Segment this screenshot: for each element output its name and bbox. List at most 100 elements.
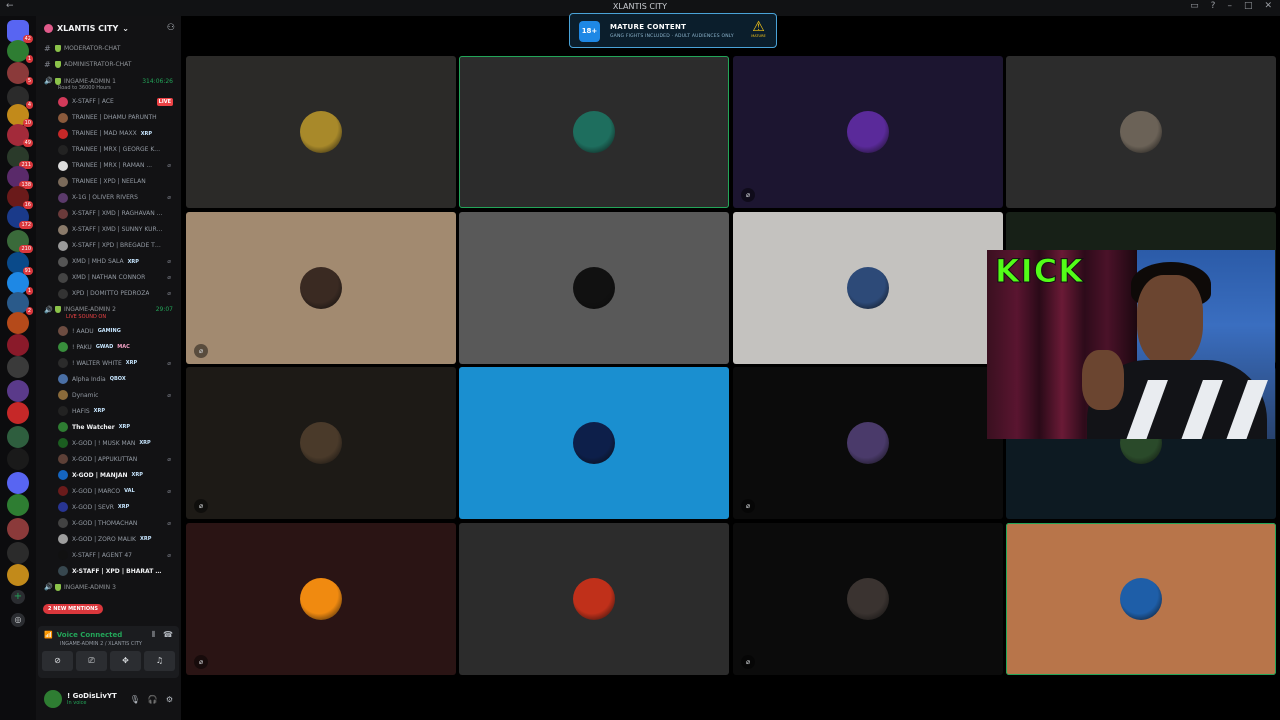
voice-member[interactable]: TRAINEE | XPD | NEELAN bbox=[36, 174, 181, 190]
server-icon[interactable] bbox=[7, 518, 29, 540]
participant-tile[interactable] bbox=[459, 523, 729, 675]
server-icon[interactable]: 1 bbox=[7, 40, 33, 63]
server-icon[interactable] bbox=[7, 334, 29, 356]
user-name[interactable]: ! GoDisLivYT bbox=[67, 692, 117, 700]
participant-tile[interactable]: ⌀ bbox=[186, 367, 456, 519]
voice-member[interactable]: X-GOD | ! MUSK MAN XRP bbox=[36, 435, 181, 451]
voice-connected-subtitle[interactable]: INGAME-ADMIN 2 / XLANTIS CITY bbox=[60, 641, 142, 647]
avatar[interactable] bbox=[44, 690, 62, 708]
server-icon[interactable] bbox=[7, 402, 29, 424]
voice-member[interactable]: Dynamic ⌀ bbox=[36, 387, 181, 403]
voice-member[interactable]: ! AADU GAMING bbox=[36, 323, 181, 339]
participant-tile[interactable] bbox=[733, 212, 1003, 364]
voice-member[interactable]: ! PAKU GWAD MAC bbox=[36, 339, 181, 355]
participant-tile[interactable]: ⌀ bbox=[733, 523, 1003, 675]
voice-member[interactable]: X-GOD | THOMACHAN ⌀ bbox=[36, 515, 181, 531]
voice-member[interactable]: Alpha India QBOX bbox=[36, 371, 181, 387]
voice-member[interactable]: X-GOD | APPUKUTTAN ⌀ bbox=[36, 451, 181, 467]
discover-icon[interactable]: ◎ bbox=[11, 613, 25, 627]
server-icon[interactable] bbox=[7, 426, 29, 448]
participant-tile[interactable]: ⌀ bbox=[186, 212, 456, 364]
voice-member[interactable]: X-GOD | MANJAN XRP bbox=[36, 467, 181, 483]
new-mentions-pill[interactable]: 2 NEW MENTIONS bbox=[43, 604, 103, 614]
add-server-icon[interactable]: + bbox=[11, 590, 25, 604]
member-name: TRAINEE | MRX | RAMAN ... bbox=[72, 162, 153, 169]
kick-logo: KICK bbox=[995, 252, 1084, 291]
screen-share-button[interactable]: ⎚ bbox=[76, 651, 107, 671]
server-icon[interactable]: 10 bbox=[7, 104, 33, 127]
server-icon[interactable] bbox=[7, 542, 29, 564]
voice-member[interactable]: XPD | DOMITTO PEDROZA ⌀ bbox=[36, 286, 181, 302]
voice-member[interactable]: X-STAFF | ACE LIVE bbox=[36, 94, 181, 110]
voice-member[interactable]: X-STAFF | AGENT 47 ⌀ bbox=[36, 547, 181, 563]
server-icon[interactable]: 138 bbox=[7, 166, 33, 189]
server-icon[interactable]: 5 bbox=[7, 62, 33, 85]
minimize-icon[interactable]: – bbox=[1227, 1, 1232, 11]
server-icon[interactable]: 2 bbox=[7, 292, 33, 315]
disconnect-icon[interactable]: ☎ bbox=[163, 630, 173, 640]
voice-member[interactable]: XMD | NATHAN CONNOR ⌀ bbox=[36, 270, 181, 286]
voice-member[interactable]: TRAINEE | MAD MAXX XRP bbox=[36, 126, 181, 142]
participant-tile[interactable]: ⌀ bbox=[733, 367, 1003, 519]
server-icon[interactable]: 1 bbox=[7, 272, 33, 295]
participant-tile[interactable] bbox=[459, 367, 729, 519]
participant-tile[interactable] bbox=[1006, 523, 1276, 675]
participant-tile[interactable] bbox=[186, 56, 456, 208]
server-icon[interactable]: 42 bbox=[7, 20, 33, 43]
server-icon[interactable] bbox=[7, 356, 29, 378]
voice-member[interactable]: X-STAFF | XMD | SUNNY KURU... bbox=[36, 222, 181, 238]
server-icon[interactable] bbox=[7, 494, 29, 516]
inbox-icon[interactable]: ▭ bbox=[1190, 1, 1199, 11]
age-rating-badge: 18+ bbox=[579, 21, 600, 42]
voice-member[interactable]: X-STAFF | XMD | RAGHAVAN P... bbox=[36, 206, 181, 222]
voice-member[interactable]: X-1G | OLIVER RIVERS ⌀ bbox=[36, 190, 181, 206]
avatar bbox=[58, 518, 68, 528]
camera-button[interactable]: ⊘ bbox=[42, 651, 73, 671]
voice-member[interactable]: X-STAFF | XPD | BREGADE TO... bbox=[36, 238, 181, 254]
maximize-icon[interactable]: □ bbox=[1244, 1, 1253, 11]
avatar bbox=[58, 192, 68, 203]
voice-member[interactable]: X-GOD | ZORO MALIK XRP bbox=[36, 531, 181, 547]
server-header[interactable]: XLANTIS CITY ⌄ ⚇ bbox=[36, 16, 181, 40]
server-icon[interactable] bbox=[7, 380, 29, 402]
gear-icon[interactable]: ⚙ bbox=[166, 695, 173, 704]
participant-tile[interactable] bbox=[459, 56, 729, 208]
server-icon[interactable]: 172 bbox=[7, 206, 33, 229]
server-icon[interactable] bbox=[7, 564, 29, 586]
text-channel[interactable]: # ADMINISTRATOR-CHAT bbox=[36, 57, 181, 74]
participant-tile[interactable] bbox=[1006, 56, 1276, 208]
server-icon[interactable] bbox=[7, 448, 29, 470]
microphone-icon[interactable]: 🎙 bbox=[130, 695, 140, 704]
voice-channel[interactable]: 🔊 INGAME-ADMIN 3 bbox=[36, 579, 181, 596]
server-icon[interactable]: 210 bbox=[7, 230, 33, 253]
add-member-icon[interactable]: ⚇ bbox=[167, 23, 175, 33]
voice-member[interactable]: HAFIS XRP bbox=[36, 403, 181, 419]
voice-member[interactable]: The Watcher XRP bbox=[36, 419, 181, 435]
server-icon[interactable]: 49 bbox=[7, 124, 33, 147]
text-channel[interactable]: # MODERATOR-CHAT bbox=[36, 40, 181, 57]
noise-suppression-icon[interactable]: ⦀ bbox=[152, 630, 156, 640]
server-icon[interactable]: 211 bbox=[7, 146, 33, 169]
participant-tile[interactable]: ⌀ bbox=[733, 56, 1003, 208]
server-icon[interactable] bbox=[7, 312, 29, 334]
voice-member[interactable]: TRAINEE | DHAMU PARUNTH bbox=[36, 110, 181, 126]
voice-member[interactable]: TRAINEE | MRX | RAMAN ... ⌀ bbox=[36, 158, 181, 174]
voice-member[interactable]: ! WALTER WHITE XRP ⌀ bbox=[36, 355, 181, 371]
avatar bbox=[58, 358, 68, 368]
voice-member[interactable]: X-GOD | SEVR XRP bbox=[36, 499, 181, 515]
voice-member[interactable]: XMD | MHD SALA XRP ⌀ bbox=[36, 254, 181, 270]
participant-tile[interactable] bbox=[459, 212, 729, 364]
server-icon[interactable]: 16 bbox=[7, 186, 33, 209]
voice-member[interactable]: X-GOD | MARCO VAL ⌀ bbox=[36, 483, 181, 499]
voice-connected-title[interactable]: 📶 Voice Connected bbox=[44, 631, 122, 639]
voice-member[interactable]: TRAINEE | MRX | GEORGE KUT... bbox=[36, 142, 181, 158]
close-icon[interactable]: ✕ bbox=[1264, 1, 1272, 11]
server-icon[interactable] bbox=[7, 472, 29, 494]
voice-member[interactable]: X-STAFF | XPD | BHARAT CHA... bbox=[36, 563, 181, 579]
participant-tile[interactable]: ⌀ bbox=[186, 523, 456, 675]
activities-button[interactable]: ✥ bbox=[110, 651, 141, 671]
server-icon[interactable]: 91 bbox=[7, 252, 33, 275]
soundboard-button[interactable]: ♫ bbox=[144, 651, 175, 671]
help-icon[interactable]: ? bbox=[1211, 1, 1216, 11]
headphones-icon[interactable]: 🎧 bbox=[148, 695, 158, 704]
